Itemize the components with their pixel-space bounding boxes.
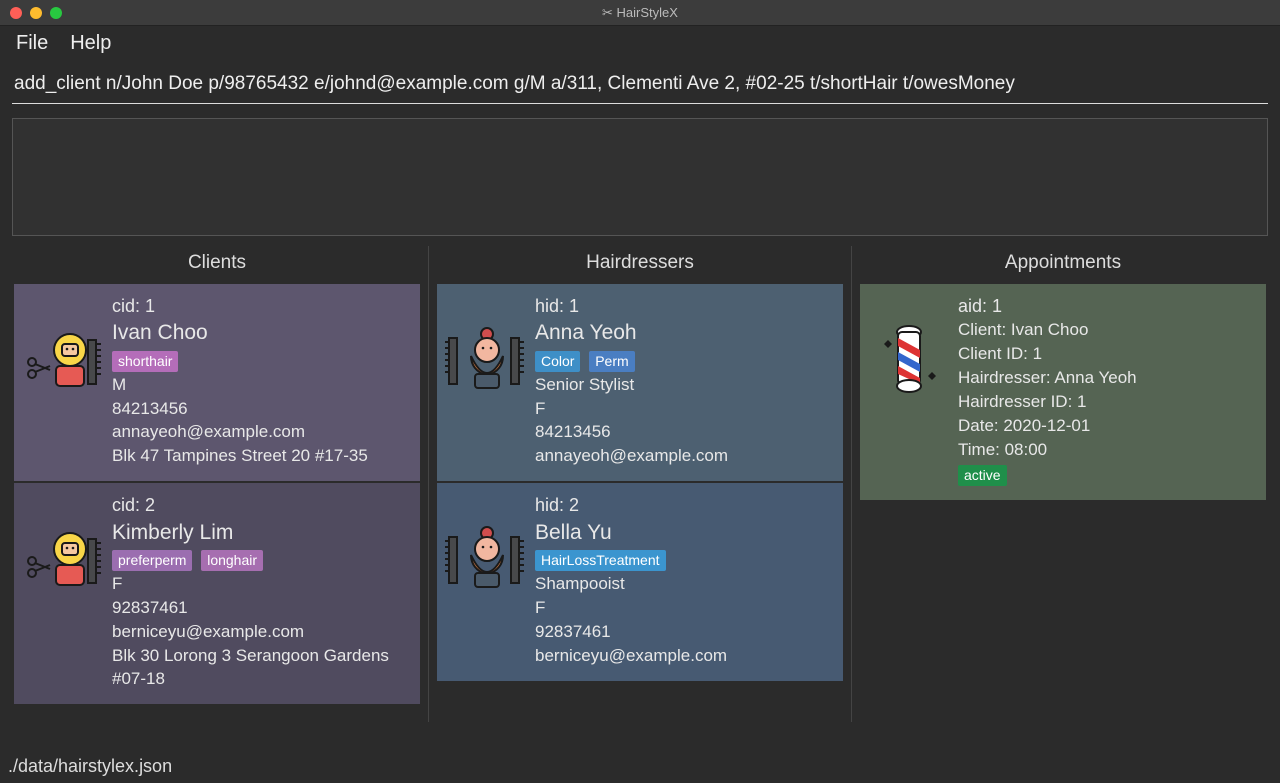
client-name: Kimberly Lim — [112, 519, 410, 547]
client-address: Blk 47 Tampines Street 20 #17-35 — [112, 445, 410, 468]
hairdresser-title-line: Senior Stylist — [535, 374, 833, 397]
hairdresser-name: Bella Yu — [535, 519, 833, 547]
hairdresser-phone: 92837461 — [535, 621, 833, 644]
appointment-hairdresser-id: Hairdresser ID: 1 — [958, 391, 1256, 414]
tag: Perm — [589, 351, 634, 372]
appointment-hairdresser: Hairdresser: Anna Yeoh — [958, 367, 1256, 390]
appointments-title: Appointments — [860, 252, 1266, 274]
main-columns: Clients — [0, 242, 1280, 722]
window-title: ✂ HairStyleX — [0, 5, 1280, 21]
minimize-window-button[interactable] — [30, 7, 42, 19]
hairdresser-info: hid: 2 Bella Yu HairLossTreatment Shampo… — [535, 493, 833, 668]
client-name: Ivan Choo — [112, 319, 410, 347]
appointment-client: Client: Ivan Choo — [958, 319, 1256, 342]
menubar: File Help — [0, 26, 1280, 61]
hairdresser-avatar-icon — [445, 294, 527, 392]
client-avatar-icon — [22, 493, 104, 591]
menu-file[interactable]: File — [16, 32, 48, 55]
appointment-info: aid: 1 Client: Ivan Choo Client ID: 1 Ha… — [958, 294, 1256, 488]
client-phone: 92837461 — [112, 597, 410, 620]
client-email: berniceyu@example.com — [112, 621, 410, 644]
hairdresser-email: berniceyu@example.com — [535, 645, 833, 668]
hairdresser-id: hid: 1 — [535, 294, 833, 318]
appointment-card[interactable]: aid: 1 Client: Ivan Choo Client ID: 1 Ha… — [860, 284, 1266, 500]
client-gender: F — [112, 573, 410, 596]
appointment-status: active — [958, 464, 1256, 487]
hairdressers-column: Hairdressers — [429, 246, 852, 722]
client-avatar-icon — [22, 294, 104, 392]
appointment-id: aid: 1 — [958, 294, 1256, 318]
hairdresser-tags: HairLossTreatment — [535, 549, 833, 572]
menu-help[interactable]: Help — [70, 32, 111, 55]
client-tags: shorthair — [112, 350, 410, 373]
hairdresser-phone: 84213456 — [535, 421, 833, 444]
scissors-icon: ✂ — [602, 5, 613, 20]
status-badge: active — [958, 465, 1007, 486]
hairdresser-card[interactable]: hid: 2 Bella Yu HairLossTreatment Shampo… — [437, 483, 843, 680]
hairdresser-name: Anna Yeoh — [535, 319, 833, 347]
appointments-column: Appointments aid: 1 Client: Ivan Choo Cl… — [852, 246, 1274, 722]
command-input[interactable] — [12, 69, 1268, 104]
zoom-window-button[interactable] — [50, 7, 62, 19]
client-id: cid: 1 — [112, 294, 410, 318]
result-display — [12, 118, 1268, 236]
barber-pole-icon — [868, 294, 950, 400]
command-area — [0, 61, 1280, 108]
client-phone: 84213456 — [112, 398, 410, 421]
tag: shorthair — [112, 351, 178, 372]
appointment-date: Date: 2020-12-01 — [958, 415, 1256, 438]
clients-column: Clients — [6, 246, 429, 722]
client-email: annayeoh@example.com — [112, 421, 410, 444]
hairdresser-card[interactable]: hid: 1 Anna Yeoh Color Perm Senior Styli… — [437, 284, 843, 481]
hairdressers-title: Hairdressers — [437, 252, 843, 274]
data-file-path: ./data/hairstylex.json — [8, 756, 172, 776]
client-id: cid: 2 — [112, 493, 410, 517]
client-address: Blk 30 Lorong 3 Serangoon Gardens #07-18 — [112, 645, 410, 691]
client-gender: M — [112, 374, 410, 397]
close-window-button[interactable] — [10, 7, 22, 19]
client-info: cid: 2 Kimberly Lim preferperm longhair … — [112, 493, 410, 691]
tag: HairLossTreatment — [535, 550, 666, 571]
hairdresser-info: hid: 1 Anna Yeoh Color Perm Senior Styli… — [535, 294, 833, 469]
hairdresser-gender: F — [535, 597, 833, 620]
hairdresser-title-line: Shampooist — [535, 573, 833, 596]
tag: preferperm — [112, 550, 192, 571]
hairdresser-tags: Color Perm — [535, 350, 833, 373]
appointment-client-id: Client ID: 1 — [958, 343, 1256, 366]
client-card[interactable]: cid: 2 Kimberly Lim preferperm longhair … — [14, 483, 420, 703]
window-controls — [10, 7, 62, 19]
client-info: cid: 1 Ivan Choo shorthair M 84213456 an… — [112, 294, 410, 469]
status-bar: ./data/hairstylex.json — [0, 750, 1280, 783]
hairdresser-gender: F — [535, 398, 833, 421]
hairdresser-avatar-icon — [445, 493, 527, 591]
app-title-label: HairStyleX — [617, 5, 678, 20]
client-card[interactable]: cid: 1 Ivan Choo shorthair M 84213456 an… — [14, 284, 420, 481]
clients-title: Clients — [14, 252, 420, 274]
tag: longhair — [201, 550, 263, 571]
appointment-time: Time: 08:00 — [958, 439, 1256, 462]
hairdresser-email: annayeoh@example.com — [535, 445, 833, 468]
hairdresser-id: hid: 2 — [535, 493, 833, 517]
tag: Color — [535, 351, 580, 372]
client-tags: preferperm longhair — [112, 549, 410, 572]
window-titlebar: ✂ HairStyleX — [0, 0, 1280, 26]
